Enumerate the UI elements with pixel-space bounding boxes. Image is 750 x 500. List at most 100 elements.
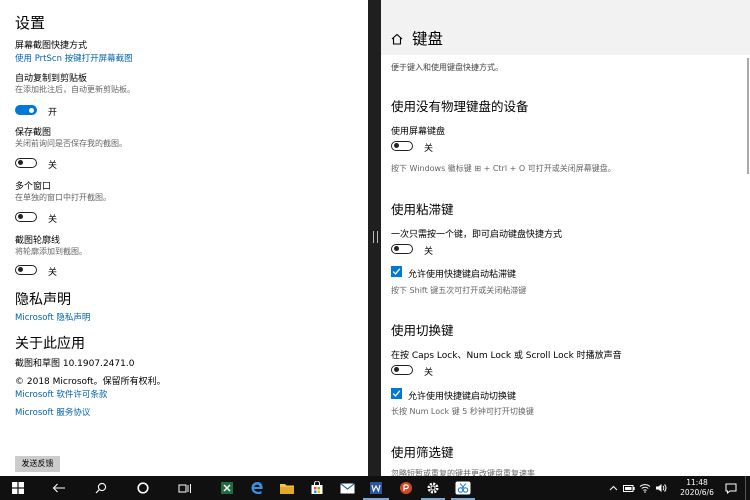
multiple-windows-toggle[interactable] — [15, 212, 37, 222]
snip-sketch-app[interactable] — [448, 476, 478, 500]
sticky-keys-state: 关 — [424, 247, 434, 257]
page-title: 设置 — [15, 14, 46, 32]
auto-copy-desc: 在添加批注后，自动更新剪贴板。 — [15, 85, 135, 94]
privacy-heading: 隐私声明 — [15, 292, 71, 308]
excel-app[interactable] — [210, 476, 244, 500]
onscreen-keyboard-toggle[interactable] — [391, 141, 413, 151]
auto-copy-toggle[interactable] — [15, 105, 37, 115]
notification-icon — [725, 483, 737, 494]
prtscn-link[interactable]: 使用 PrtScn 按键打开屏幕截图 — [15, 52, 133, 64]
edge-app[interactable] — [240, 476, 274, 500]
toggle-keys-state: 关 — [424, 368, 434, 378]
speaker-icon — [656, 484, 667, 492]
keyboard-settings-pane: 键盘 便于键入和使用键盘快捷方式。 使用没有物理键盘的设备 使用屏幕键盘 关 按… — [381, 0, 750, 476]
snip-outline-state: 关 — [48, 268, 58, 278]
no-keyboard-heading: 使用没有物理键盘的设备 — [391, 99, 529, 114]
checkmark-icon — [392, 268, 401, 275]
action-center-button[interactable] — [722, 476, 740, 500]
home-icon[interactable] — [391, 30, 403, 49]
app-version: 截图和草图 10.1907.2471.0 — [15, 359, 135, 369]
mail-icon — [339, 482, 355, 493]
word-icon — [370, 482, 382, 494]
snip-outline-toggle[interactable] — [15, 265, 37, 275]
battery-icon — [623, 484, 635, 492]
chevron-up-icon — [609, 485, 617, 491]
sticky-keys-desc: 按下 Shift 键五次可打开或关闭粘滞键 — [391, 286, 527, 295]
show-hidden-icons[interactable] — [606, 476, 620, 500]
filter-keys-desc: 忽略短暂或重复的键并更改键盘重复速率 — [391, 469, 535, 476]
store-bag-icon — [311, 481, 323, 494]
volume-indicator[interactable] — [654, 476, 668, 500]
onscreen-keyboard-desc: 按下 Windows 徽标键 ⊞ + Ctrl + O 可打开或关闭屏幕键盘。 — [391, 164, 616, 173]
services-link[interactable]: Microsoft 服务协议 — [15, 406, 90, 418]
toggle-shortcut-checkbox[interactable] — [391, 388, 402, 399]
keyboard-subtitle: 便于键入和使用键盘快捷方式。 — [391, 63, 503, 72]
save-snips-state: 关 — [48, 161, 58, 171]
start-button[interactable] — [0, 476, 36, 500]
scrollbar[interactable] — [747, 58, 749, 174]
toggle-keys-desc: 长按 Num Lock 键 5 秒钟可打开切换键 — [391, 407, 534, 416]
multiple-windows-desc: 在单独的窗口中打开截图。 — [15, 193, 111, 202]
screenshot-shortcut-label: 屏幕截图快捷方式 — [15, 41, 88, 51]
battery-indicator[interactable] — [622, 476, 636, 500]
word-app[interactable] — [360, 476, 392, 500]
task-view-button[interactable] — [168, 476, 202, 500]
search-button[interactable] — [84, 476, 118, 500]
save-snips-toggle[interactable] — [15, 158, 37, 168]
wifi-icon — [639, 484, 651, 493]
clock-date: 2020/6/6 — [680, 488, 714, 497]
network-indicator[interactable] — [638, 476, 652, 500]
cortana-icon — [137, 482, 149, 494]
snip-outline-desc: 将轮廓添加到截图。 — [15, 247, 87, 256]
back-button[interactable] — [42, 476, 76, 500]
checkmark-icon — [392, 390, 401, 397]
show-desktop-button[interactable] — [743, 476, 748, 500]
snip-sketch-icon — [455, 481, 471, 495]
windows-logo-icon — [12, 482, 24, 494]
onscreen-keyboard-state: 关 — [424, 144, 434, 154]
multiple-windows-label: 多个窗口 — [15, 182, 52, 192]
save-snips-label: 保存截图 — [15, 128, 52, 138]
cortana-button[interactable] — [126, 476, 160, 500]
filter-keys-heading: 使用筛选键 — [391, 445, 454, 460]
toggle-shortcut-label: 允许使用快捷键启动切换键 — [408, 392, 517, 402]
sticky-shortcut-checkbox[interactable] — [391, 266, 402, 277]
auto-copy-state: 开 — [48, 108, 58, 118]
copyright: © 2018 Microsoft。保留所有权利。 — [15, 377, 166, 387]
file-explorer-app[interactable] — [270, 476, 304, 500]
folder-icon — [280, 483, 294, 494]
taskbar: 11:48 2020/6/6 — [0, 476, 750, 500]
gear-icon — [427, 482, 439, 494]
sticky-keys-label: 一次只需按一个键，即可启动键盘快捷方式 — [391, 230, 563, 240]
mail-app[interactable] — [330, 476, 364, 500]
system-clock[interactable]: 11:48 2020/6/6 — [676, 478, 718, 498]
settings-app[interactable] — [418, 476, 448, 500]
multiple-windows-state: 关 — [48, 215, 58, 225]
settings-content[interactable]: 便于键入和使用键盘快捷方式。 使用没有物理键盘的设备 使用屏幕键盘 关 按下 W… — [381, 55, 750, 476]
sticky-keys-heading: 使用粘滞键 — [391, 202, 454, 217]
task-view-icon — [178, 483, 191, 493]
toggle-keys-label: 在按 Caps Lock、Num Lock 或 Scroll Lock 时播放声… — [391, 351, 622, 361]
sticky-shortcut-label: 允许使用快捷键启动粘滞键 — [408, 270, 517, 280]
back-arrow-icon — [52, 483, 65, 493]
powerpoint-icon — [400, 482, 412, 494]
search-icon — [95, 482, 107, 494]
privacy-link[interactable]: Microsoft 隐私声明 — [15, 311, 90, 323]
divider-grip-icon[interactable] — [373, 231, 378, 243]
send-feedback-button[interactable]: 发送反馈 — [15, 456, 60, 472]
page-title: 键盘 — [412, 30, 444, 48]
snip-outline-label: 截图轮廓线 — [15, 236, 61, 246]
toggle-keys-heading: 使用切换键 — [391, 323, 454, 338]
toggle-keys-toggle[interactable] — [391, 365, 413, 375]
store-app[interactable] — [300, 476, 334, 500]
license-link[interactable]: Microsoft 软件许可条款 — [15, 388, 107, 400]
about-heading: 关于此应用 — [15, 336, 85, 352]
sticky-keys-toggle[interactable] — [391, 244, 413, 254]
auto-copy-label: 自动复制到剪贴板 — [15, 74, 88, 84]
excel-icon — [221, 482, 233, 494]
settings-header: 键盘 — [381, 0, 750, 55]
snip-settings-pane: 设置 屏幕截图快捷方式 使用 PrtScn 按键打开屏幕截图 自动复制到剪贴板 … — [0, 0, 368, 476]
split-divider[interactable] — [368, 0, 381, 476]
clock-time: 11:48 — [686, 478, 708, 487]
onscreen-keyboard-label: 使用屏幕键盘 — [391, 127, 446, 137]
